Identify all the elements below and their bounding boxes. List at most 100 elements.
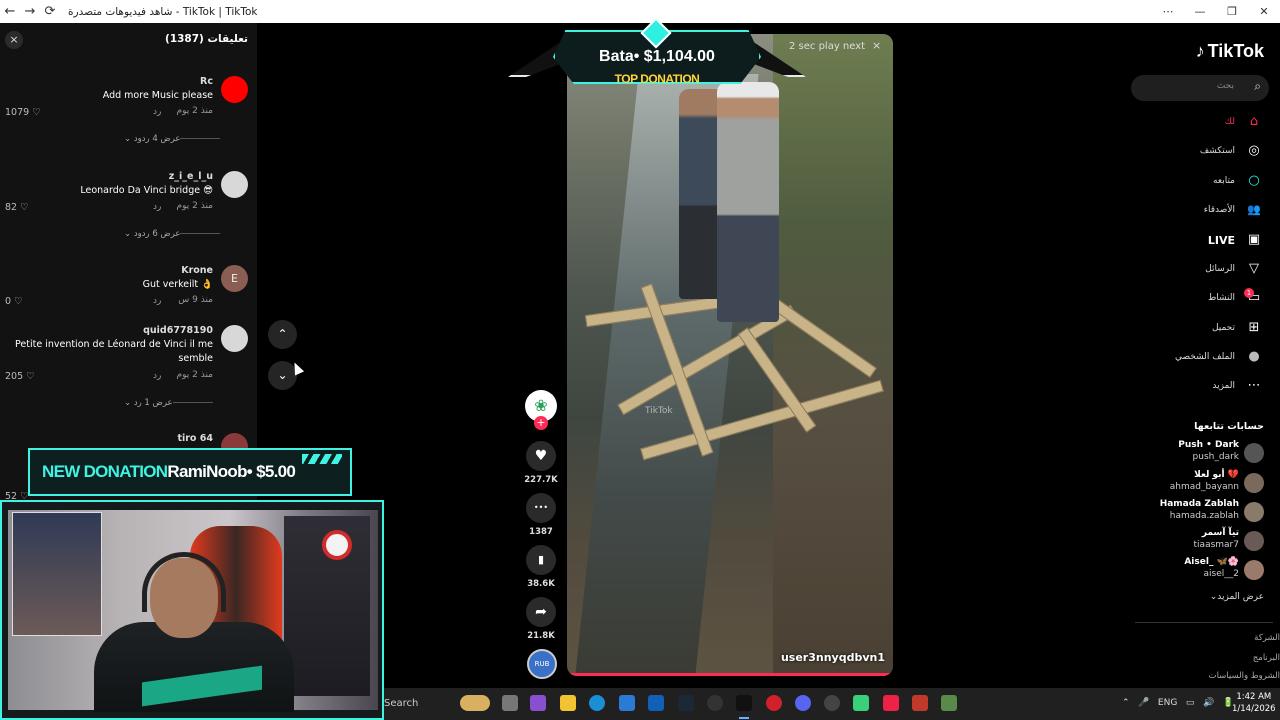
restore-icon[interactable]: ❐ — [1216, 0, 1248, 23]
system-tray[interactable]: ⌃ 🎤 ENG ▭ 🔊 🔋 — [1122, 698, 1234, 708]
close-window-icon[interactable]: ✕ — [1248, 0, 1280, 23]
follow-button[interactable]: + — [534, 416, 548, 430]
nav-profile[interactable]: الملف الشخصي ● — [1113, 346, 1263, 368]
comment-like-button[interactable]: 1079 ♡ — [5, 107, 41, 118]
comment-action[interactable]: ••• 1387 — [526, 493, 556, 537]
avatar[interactable] — [221, 76, 248, 103]
comment-icon[interactable]: ••• — [526, 493, 556, 523]
video-creator-handle[interactable]: user3nnyqdbvn1 — [781, 651, 885, 664]
reply-button[interactable]: رد — [153, 107, 161, 117]
game-icon[interactable] — [941, 695, 957, 711]
close-play-next-icon[interactable]: × — [872, 39, 881, 52]
taskbar-search[interactable]: Search — [384, 698, 418, 709]
store-icon[interactable] — [619, 695, 635, 711]
nav-friends[interactable]: الأصدقاء 👥 — [1113, 199, 1263, 221]
footer-link-company[interactable]: الشركة — [1254, 633, 1280, 643]
task-view-icon[interactable] — [502, 695, 518, 711]
copilot-icon[interactable] — [530, 695, 546, 711]
save-action[interactable]: ▮ 38.6K — [526, 545, 556, 589]
share-action[interactable]: ➦ 21.8K — [526, 597, 556, 641]
outlook-icon[interactable] — [648, 695, 664, 711]
reply-button[interactable]: رد — [153, 202, 161, 212]
discord-icon[interactable] — [795, 695, 811, 711]
avatar[interactable] — [221, 171, 248, 198]
forward-icon[interactable]: → — [20, 4, 40, 19]
following-account[interactable]: Aisel_ 🦋🌸 aisel__2 — [1114, 557, 1264, 583]
reply-button[interactable]: رد — [153, 371, 161, 381]
nav-for-you[interactable]: لك ⌂ — [1113, 111, 1263, 133]
comment-username[interactable]: tiro 64 — [177, 433, 213, 444]
footer-link-terms[interactable]: الشروط والسياسات — [1209, 671, 1280, 681]
comment-like-button[interactable]: 82 ♡ — [5, 202, 29, 213]
footer-link-program[interactable]: البرنامج — [1253, 653, 1280, 663]
like-icon[interactable]: ♥ — [526, 441, 556, 471]
following-account[interactable]: أبو لعلا 💔 ahmad_bayann — [1114, 470, 1264, 496]
notes-icon[interactable] — [883, 695, 899, 711]
following-account[interactable]: Hamada Zablah hamada.zablah — [1114, 499, 1264, 525]
like-action[interactable]: ♥ 227.7K — [524, 441, 558, 485]
search-input[interactable]: بحث ⌕ — [1131, 75, 1269, 101]
tiktok-taskbar-icon[interactable] — [736, 695, 752, 711]
obs-icon[interactable] — [824, 695, 840, 711]
file-explorer-icon[interactable] — [560, 695, 576, 711]
view-replies-button[interactable]: عرض 6 ردود ⌄ — [124, 229, 228, 239]
nav-live[interactable]: LIVE ▣ — [1113, 229, 1263, 251]
steam-icon[interactable] — [678, 695, 694, 711]
share-icon[interactable]: ➦ — [526, 597, 556, 627]
language-indicator[interactable]: ENG — [1158, 698, 1177, 708]
comment-like-button[interactable]: 205 ♡ — [5, 371, 35, 382]
previous-video-button[interactable]: ⌃ — [268, 320, 297, 349]
more-icon: ⋯ — [1247, 378, 1261, 393]
following-account[interactable]: تيآ آسمر tiaasmar7 — [1114, 528, 1264, 554]
video-player[interactable]: TikTok user3nnyqdbvn1 — [567, 34, 893, 676]
back-icon[interactable]: ← — [0, 4, 20, 19]
nav-more[interactable]: المزيد ⋯ — [1113, 375, 1263, 397]
following-account[interactable]: Push • Dark push_dark — [1114, 440, 1264, 466]
nav-following[interactable]: متابعه ○ — [1113, 170, 1263, 192]
search-icon[interactable]: ⌕ — [1254, 79, 1261, 94]
chevron-down-icon: ⌄ — [124, 134, 132, 144]
avatar[interactable]: E — [221, 265, 248, 292]
active-app-indicator — [739, 717, 749, 719]
edge-icon[interactable] — [589, 695, 605, 711]
nav-messages[interactable]: الرسائل ▽ — [1113, 258, 1263, 280]
bookmark-icon[interactable]: ▮ — [526, 545, 556, 575]
comment-username[interactable]: Krone — [181, 265, 213, 276]
comment-text: Gut verkeilt 👌 — [142, 279, 213, 290]
avatar[interactable] — [221, 325, 248, 352]
taskbar-clock[interactable]: 1:42 AM 1/14/2026 — [1232, 691, 1276, 715]
nav-upload[interactable]: تحميل ⊞ — [1113, 317, 1263, 339]
app-icon[interactable] — [707, 695, 723, 711]
nav-explore[interactable]: استكشف ◎ — [1113, 140, 1263, 162]
opera-icon[interactable] — [766, 695, 782, 711]
comment-username[interactable]: Rc — [200, 76, 213, 87]
clock-date: 1/14/2026 — [1232, 704, 1276, 714]
tool-icon[interactable] — [912, 695, 928, 711]
top-donation-label: TOP DONATION — [614, 72, 700, 86]
nav-activity[interactable]: النشاط ▭ — [1113, 287, 1263, 309]
widgets-icon[interactable] — [460, 695, 490, 711]
refresh-icon[interactable]: ⟳ — [40, 4, 60, 19]
comment-username[interactable]: quid6778190 — [143, 325, 213, 336]
music-disc-icon[interactable]: RUB — [527, 649, 557, 679]
account-name: تيآ آسمر — [1201, 528, 1239, 538]
minimize-icon[interactable]: — — [1184, 0, 1216, 23]
comments-title: تعليقات (1387) — [165, 33, 248, 45]
comment-username[interactable]: z_i_e_l_u — [169, 171, 213, 182]
reply-button[interactable]: رد — [153, 296, 161, 306]
chat-app-icon[interactable] — [853, 695, 869, 711]
like-count: 205 — [5, 371, 24, 382]
more-icon[interactable]: ⋯ — [1152, 0, 1184, 23]
overlay-stripes — [302, 454, 342, 464]
comment-like-button[interactable]: 0 ♡ — [5, 296, 23, 307]
view-replies-button[interactable]: عرض 1 رد ⌄ — [124, 398, 221, 408]
save-count: 38.6K — [527, 579, 555, 589]
close-comments-icon[interactable]: × — [5, 31, 23, 49]
nav-label: المزيد — [1212, 381, 1235, 391]
video-riverbank — [773, 34, 893, 676]
tiktok-logo[interactable]: ♪ TikTok — [1196, 41, 1264, 62]
view-replies-button[interactable]: عرض 4 ردود ⌄ — [124, 134, 228, 144]
video-progress-bar[interactable] — [567, 673, 893, 676]
comment-text: Leonardo Da Vinci bridge 😎 — [80, 185, 213, 196]
see-more-button[interactable]: ⌄ عرض المزيد — [1206, 592, 1264, 602]
